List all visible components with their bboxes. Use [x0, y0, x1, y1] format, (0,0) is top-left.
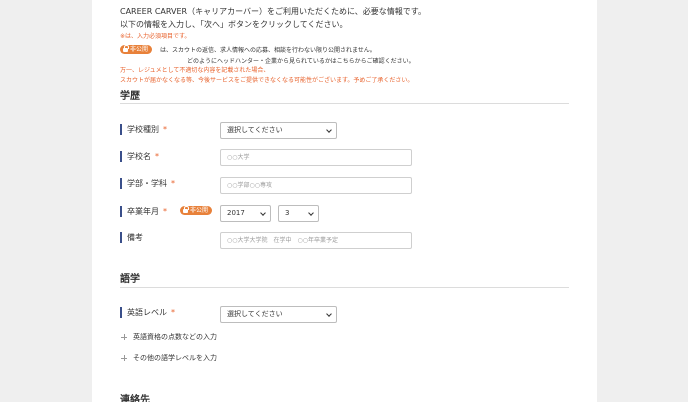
required-mark: *: [155, 152, 159, 161]
private-note-line-1: は、スカウトの返信、求人情報への応募、相談を行わない限り公開されません。: [159, 47, 376, 54]
school-type-select-value: 選択してください: [227, 126, 283, 134]
private-note: 非公開 は、スカウトの返信、求人情報への応募、相談を行わない限り公開されません。…: [120, 45, 415, 67]
graduation-badge-label: 非公開: [190, 207, 209, 214]
required-mark: *: [163, 125, 167, 134]
private-badge-label: 非公開: [130, 46, 149, 53]
graduation-label-text: 卒業年月: [127, 207, 159, 216]
chevron-down-icon: [326, 127, 332, 133]
english-level-select-value: 選択してください: [227, 310, 283, 318]
chevron-down-icon: [326, 311, 332, 317]
language-section-title: 語学: [120, 274, 140, 285]
chevron-down-icon: [308, 210, 314, 216]
required-mark: *: [171, 179, 175, 188]
english-level-label-text: 英語レベル: [127, 308, 167, 317]
faculty-label-text: 学部・学科: [127, 179, 167, 188]
expand-english-scores[interactable]: 英語資格の点数などの入力: [121, 332, 217, 342]
lock-icon: [123, 45, 129, 52]
school-type-label-text: 学校種別: [127, 125, 159, 134]
graduation-month-select[interactable]: 3: [278, 205, 319, 222]
contact-section-title: 連絡先: [120, 395, 150, 402]
required-mark: *: [171, 308, 175, 317]
school-name-input[interactable]: ○○大学: [220, 149, 412, 166]
required-note: ※は、入力必須項目です。: [120, 33, 191, 40]
graduation-year-value: 2017: [227, 209, 245, 217]
faculty-input[interactable]: ○○学部○○専攻: [220, 177, 412, 194]
school-name-label: 学校名 *: [120, 151, 159, 162]
warning-line-2: スカウトが届かなくなる等、今後サービスをご提供できなくなる可能性がございます。予…: [120, 77, 414, 84]
school-name-label-text: 学校名: [127, 152, 151, 161]
faculty-label: 学部・学科 *: [120, 178, 175, 189]
school-type-label: 学校種別 *: [120, 124, 167, 135]
expand-english-scores-label: 英語資格の点数などの入力: [133, 333, 217, 341]
private-badge: 非公開: [120, 45, 153, 54]
plus-icon: [121, 355, 127, 361]
school-type-select[interactable]: 選択してください: [220, 122, 337, 139]
education-divider: [120, 103, 569, 104]
expand-other-languages[interactable]: その他の語学レベルを入力: [121, 353, 217, 363]
lock-icon: [183, 206, 189, 213]
remarks-label-text: 備考: [127, 233, 143, 242]
english-level-label: 英語レベル *: [120, 307, 175, 318]
graduation-private-badge: 非公開: [180, 206, 213, 215]
graduation-label: 卒業年月 *: [120, 206, 167, 217]
education-section-title: 学歴: [120, 91, 140, 102]
warning-line-1: 万一、レジュメとして不適切な内容を記載された場合、: [120, 67, 270, 74]
remarks-input[interactable]: ○○大学大学院 在学中 ○○年卒業予定: [220, 232, 412, 249]
chevron-down-icon: [260, 210, 266, 216]
remarks-label: 備考: [120, 232, 143, 243]
english-level-select[interactable]: 選択してください: [220, 306, 337, 323]
graduation-month-value: 3: [285, 209, 290, 217]
required-mark: *: [163, 207, 167, 216]
graduation-year-select[interactable]: 2017: [220, 205, 271, 222]
warning-text: 万一、レジュメとして不適切な内容を記載された場合、 スカウトが届かなくなる等、今…: [120, 66, 413, 86]
plus-icon: [121, 334, 127, 340]
intro-line-2: 以下の情報を入力し、「次へ」ボタンをクリックしてください。: [120, 19, 348, 29]
registration-form-page: CAREER CARVER（キャリアカーバー）をご利用いただくために、必要な情報…: [92, 0, 597, 402]
intro-text: CAREER CARVER（キャリアカーバー）をご利用いただくために、必要な情報…: [120, 6, 426, 31]
language-divider: [120, 287, 569, 288]
expand-other-languages-label: その他の語学レベルを入力: [133, 354, 217, 362]
intro-line-1: CAREER CARVER（キャリアカーバー）をご利用いただくために、必要な情報…: [120, 7, 426, 16]
